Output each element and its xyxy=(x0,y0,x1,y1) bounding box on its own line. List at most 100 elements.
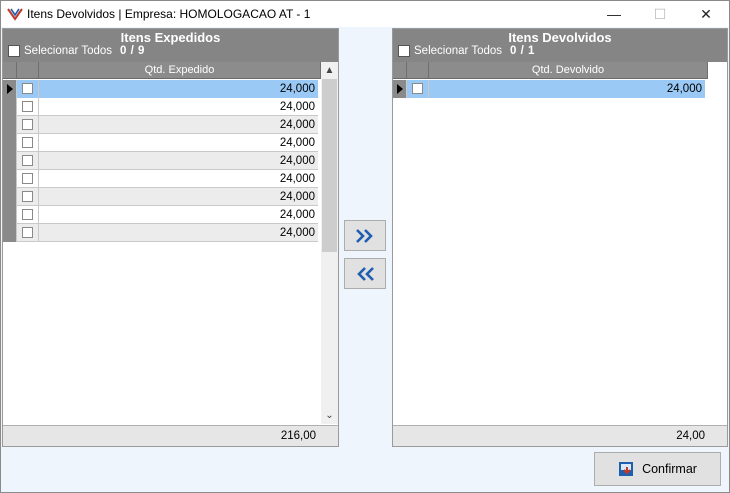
scroll-thumb[interactable] xyxy=(322,79,337,252)
row-checkbox[interactable] xyxy=(22,191,33,202)
qty-expedited-column-header[interactable]: Qtd. Expedido xyxy=(39,62,321,79)
maximize-icon: ☐ xyxy=(653,5,667,22)
checkbox-column-header[interactable] xyxy=(17,62,39,79)
row-indicator[interactable] xyxy=(3,98,17,116)
expedited-qty-cell[interactable]: 24,000 xyxy=(39,134,318,152)
double-chevron-left-icon xyxy=(357,266,374,281)
row-checkbox[interactable] xyxy=(22,209,33,220)
expedited-row[interactable]: 24,000 xyxy=(3,188,318,206)
row-checkbox-cell[interactable] xyxy=(17,224,39,242)
minimize-button[interactable]: — xyxy=(591,1,637,27)
expedited-selection-count: 0 / 9 xyxy=(120,45,145,57)
dialog-window: Itens Devolvidos | Empresa: HOMOLOGACAO … xyxy=(0,0,730,493)
row-checkbox[interactable] xyxy=(22,119,33,130)
row-checkbox-cell[interactable] xyxy=(17,170,39,188)
row-checkbox-cell[interactable] xyxy=(17,116,39,134)
expedited-row[interactable]: 24,000 xyxy=(3,80,318,98)
row-checkbox-cell[interactable] xyxy=(407,80,429,98)
row-checkbox[interactable] xyxy=(22,173,33,184)
move-left-button[interactable] xyxy=(344,258,386,289)
returned-row[interactable]: 24,000 xyxy=(393,80,705,98)
window-title: Itens Devolvidos | Empresa: HOMOLOGACAO … xyxy=(27,7,311,21)
returned-total: 24,00 xyxy=(676,430,705,442)
indicator-column-header xyxy=(393,62,407,79)
expedited-qty-cell[interactable]: 24,000 xyxy=(39,206,318,224)
returned-items-panel: Itens Devolvidos Selecionar Todos 0 / 1 … xyxy=(392,28,728,447)
row-indicator[interactable] xyxy=(3,170,17,188)
expedited-row[interactable]: 24,000 xyxy=(3,134,318,152)
close-icon: ✕ xyxy=(700,5,712,22)
returned-footer: 24,00 xyxy=(393,425,727,446)
row-checkbox[interactable] xyxy=(22,101,33,112)
scroll-up-icon[interactable]: ▲ xyxy=(321,62,338,79)
expedited-qty-cell[interactable]: 24,000 xyxy=(39,80,318,98)
expedited-row[interactable]: 24,000 xyxy=(3,206,318,224)
expedited-select-all[interactable]: Selecionar Todos 0 / 9 xyxy=(8,45,145,57)
app-logo-icon xyxy=(7,8,23,21)
returned-qty-cell[interactable]: 24,000 xyxy=(429,80,705,98)
returned-grid-header: Qtd. Devolvido xyxy=(393,62,708,79)
row-indicator[interactable] xyxy=(3,224,17,242)
checkbox-column-header[interactable] xyxy=(407,62,429,79)
row-checkbox[interactable] xyxy=(22,137,33,148)
current-row-arrow-icon xyxy=(7,84,13,94)
row-checkbox-cell[interactable] xyxy=(17,98,39,116)
expedited-row[interactable]: 24,000 xyxy=(3,170,318,188)
row-checkbox-cell[interactable] xyxy=(17,206,39,224)
scroll-down-icon[interactable]: ⌄ xyxy=(321,407,338,424)
row-indicator[interactable] xyxy=(3,152,17,170)
expedited-row[interactable]: 24,000 xyxy=(3,152,318,170)
expedited-row[interactable]: 24,000 xyxy=(3,224,318,242)
row-checkbox-cell[interactable] xyxy=(17,80,39,98)
expedited-select-all-checkbox[interactable] xyxy=(8,45,20,57)
row-checkbox[interactable] xyxy=(22,155,33,166)
row-checkbox[interactable] xyxy=(22,83,33,94)
returned-selection-count: 0 / 1 xyxy=(510,45,535,57)
row-checkbox-cell[interactable] xyxy=(17,134,39,152)
row-checkbox-cell[interactable] xyxy=(17,152,39,170)
expedited-footer: 216,00 xyxy=(3,425,338,446)
row-indicator[interactable] xyxy=(393,80,407,98)
expedited-items-panel: Itens Expedidos Selecionar Todos 0 / 9 Q… xyxy=(2,28,339,447)
maximize-button[interactable]: ☐ xyxy=(637,1,683,27)
expedited-qty-cell[interactable]: 24,000 xyxy=(39,224,318,242)
expedited-grid-header: Qtd. Expedido xyxy=(3,62,321,79)
expedited-row[interactable]: 24,000 xyxy=(3,98,318,116)
returned-select-all[interactable]: Selecionar Todos 0 / 1 xyxy=(398,45,535,57)
expedited-qty-cell[interactable]: 24,000 xyxy=(39,98,318,116)
row-indicator[interactable] xyxy=(3,134,17,152)
returned-panel-title: Itens Devolvidos xyxy=(508,30,612,45)
expedited-total: 216,00 xyxy=(280,430,316,442)
expedited-qty-cell[interactable]: 24,000 xyxy=(39,116,318,134)
close-button[interactable]: ✕ xyxy=(683,1,729,27)
expedited-qty-cell[interactable]: 24,000 xyxy=(39,152,318,170)
row-checkbox[interactable] xyxy=(22,227,33,238)
returned-panel-header: Itens Devolvidos Selecionar Todos 0 / 1 xyxy=(393,29,727,62)
title-bar: Itens Devolvidos | Empresa: HOMOLOGACAO … xyxy=(1,1,729,27)
expedited-panel-title: Itens Expedidos xyxy=(120,30,221,45)
confirm-icon xyxy=(619,462,634,476)
row-indicator[interactable] xyxy=(3,206,17,224)
dialog-body: Itens Expedidos Selecionar Todos 0 / 9 Q… xyxy=(1,27,729,492)
row-indicator[interactable] xyxy=(3,116,17,134)
current-row-arrow-icon xyxy=(397,84,403,94)
confirm-button[interactable]: Confirmar xyxy=(594,452,721,486)
row-checkbox-cell[interactable] xyxy=(17,188,39,206)
expedited-qty-cell[interactable]: 24,000 xyxy=(39,170,318,188)
expedited-panel-header: Itens Expedidos Selecionar Todos 0 / 9 xyxy=(3,29,338,62)
row-indicator[interactable] xyxy=(3,188,17,206)
row-indicator[interactable] xyxy=(3,80,17,98)
returned-select-all-checkbox[interactable] xyxy=(398,45,410,57)
confirm-label: Confirmar xyxy=(642,462,697,476)
indicator-column-header xyxy=(3,62,17,79)
expedited-row[interactable]: 24,000 xyxy=(3,116,318,134)
minimize-icon: — xyxy=(607,6,621,22)
move-right-button[interactable] xyxy=(344,220,386,251)
qty-returned-column-header[interactable]: Qtd. Devolvido xyxy=(429,62,708,79)
expedited-vertical-scrollbar[interactable]: ▲ ⌄ xyxy=(321,62,338,424)
expedited-select-all-label: Selecionar Todos xyxy=(24,45,113,57)
double-chevron-right-icon xyxy=(356,228,373,243)
row-checkbox[interactable] xyxy=(412,83,423,94)
expedited-qty-cell[interactable]: 24,000 xyxy=(39,188,318,206)
returned-select-all-label: Selecionar Todos xyxy=(414,45,503,57)
